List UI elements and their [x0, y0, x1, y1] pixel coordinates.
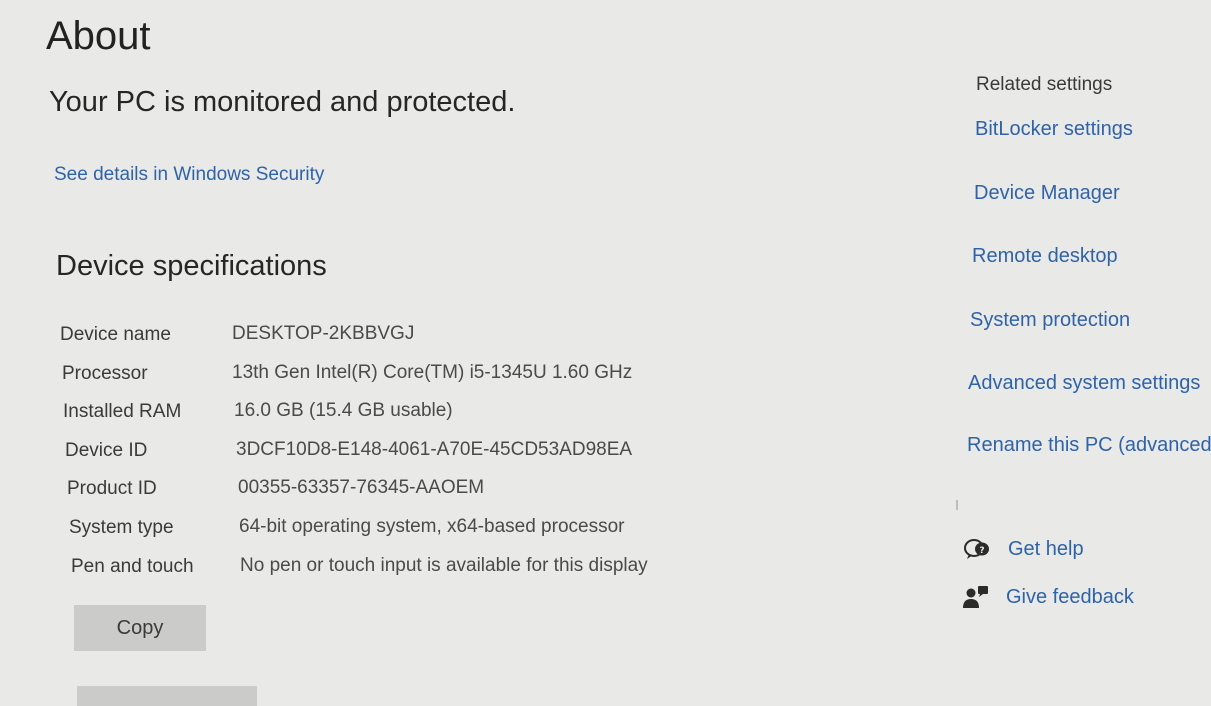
- about-page: About Your PC is monitored and protected…: [0, 0, 1211, 706]
- spec-value: 16.0 GB (15.4 GB usable): [234, 400, 453, 422]
- svg-text:?: ?: [979, 546, 984, 556]
- spec-label: Device name: [60, 324, 171, 345]
- rename-pc-link[interactable]: Rename this PC (advanced): [967, 434, 1211, 457]
- system-protection-link[interactable]: System protection: [970, 309, 1130, 332]
- page-title: About: [46, 14, 151, 58]
- spec-value: 00355-63357-76345-AAOEM: [238, 477, 485, 499]
- remote-desktop-link[interactable]: Remote desktop: [972, 245, 1118, 268]
- get-help-item[interactable]: ? Get help: [960, 536, 1084, 562]
- advanced-system-settings-link[interactable]: Advanced system settings: [968, 372, 1200, 395]
- spec-value: 13th Gen Intel(R) Core(TM) i5-1345U 1.60…: [232, 361, 633, 383]
- device-specifications-heading: Device specifications: [56, 250, 327, 282]
- windows-security-link[interactable]: See details in Windows Security: [54, 164, 324, 186]
- spec-value: DESKTOP-2KBBVGJ: [232, 323, 415, 344]
- related-settings-heading: Related settings: [976, 74, 1113, 95]
- bitlocker-settings-link[interactable]: BitLocker settings: [975, 118, 1133, 141]
- give-feedback-link[interactable]: Give feedback: [1006, 586, 1134, 609]
- partially-visible-button[interactable]: [77, 686, 257, 706]
- copy-button[interactable]: Copy: [74, 605, 206, 651]
- spec-value: No pen or touch input is available for t…: [240, 554, 648, 576]
- protection-status-heading: Your PC is monitored and protected.: [49, 86, 516, 118]
- spec-label: Product ID: [67, 478, 157, 500]
- get-help-link[interactable]: Get help: [1008, 538, 1084, 561]
- feedback-person-icon: [958, 584, 994, 610]
- separator: [956, 500, 958, 510]
- spec-value: 3DCF10D8-E148-4061-A70E-45CD53AD98EA: [236, 438, 633, 460]
- device-manager-link[interactable]: Device Manager: [974, 182, 1120, 205]
- spec-label: System type: [69, 516, 174, 538]
- spec-label: Pen and touch: [71, 555, 194, 577]
- spec-label: Processor: [62, 362, 148, 384]
- spec-label: Installed RAM: [63, 401, 182, 423]
- spec-value: 64-bit operating system, x64-based proce…: [239, 515, 625, 537]
- spec-label: Device ID: [65, 439, 148, 461]
- give-feedback-item[interactable]: Give feedback: [958, 584, 1134, 610]
- help-chat-icon: ?: [960, 536, 996, 562]
